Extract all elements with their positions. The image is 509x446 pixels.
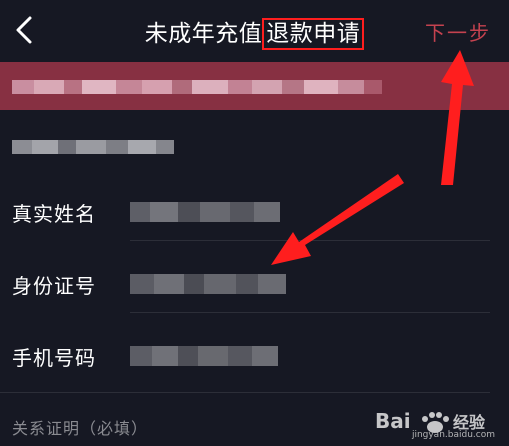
real-name-row: 真实姓名 bbox=[0, 180, 509, 240]
divider bbox=[130, 312, 490, 313]
phone-label: 手机号码 bbox=[12, 346, 96, 370]
notice-blurred-text bbox=[12, 80, 382, 94]
section-blurred-text bbox=[12, 140, 174, 154]
baidu-jingyan-watermark: Bai 经验 jingyan.baidu.com bbox=[373, 402, 503, 442]
next-step-button[interactable]: 下一步 bbox=[425, 17, 491, 46]
real-name-input[interactable] bbox=[130, 202, 280, 222]
notice-banner bbox=[0, 62, 509, 110]
real-name-label: 真实姓名 bbox=[12, 202, 96, 226]
divider bbox=[130, 240, 490, 241]
page-title-prefix: 未成年充值 bbox=[144, 21, 263, 47]
relation-proof-label: 关系证明（必填） bbox=[12, 419, 149, 438]
id-number-input[interactable] bbox=[130, 274, 286, 294]
svg-text:Bai: Bai bbox=[375, 409, 411, 433]
id-number-label: 身份证号 bbox=[12, 274, 96, 298]
page-title-highlight: 退款申请 bbox=[262, 18, 365, 50]
phone-row: 手机号码 bbox=[0, 324, 509, 384]
id-number-row: 身份证号 bbox=[0, 252, 509, 312]
divider bbox=[0, 392, 490, 393]
watermark-url: jingyan.baidu.com bbox=[411, 430, 495, 440]
phone-input[interactable] bbox=[130, 346, 278, 366]
header-bar: 未成年充值 退款申请 下一步 bbox=[0, 0, 509, 62]
